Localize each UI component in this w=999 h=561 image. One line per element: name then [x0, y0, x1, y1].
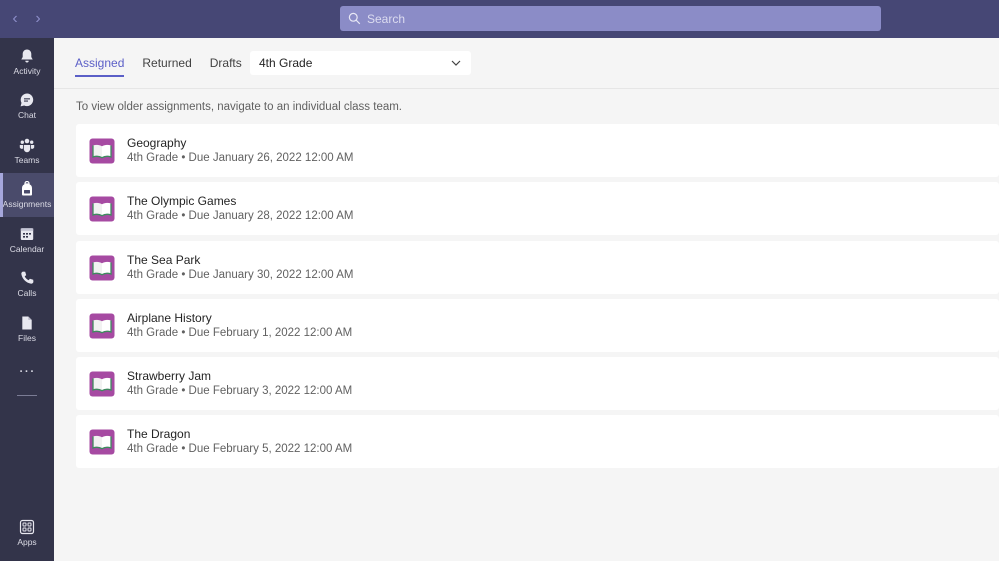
search-box[interactable] — [340, 6, 881, 31]
rail-label-assignments: Assignments — [2, 199, 52, 209]
class-filter-value: 4th Grade — [259, 56, 313, 70]
chevron-left-icon[interactable]: ‹ — [7, 10, 23, 28]
assignment-title: Geography — [127, 136, 187, 150]
assignment-card[interactable]: The Sea Park 4th Grade • Due January 30,… — [76, 240, 999, 294]
rail-divider — [17, 395, 37, 396]
book-icon — [89, 138, 115, 164]
rail-label-teams: Teams — [14, 155, 40, 165]
assignment-list: Geography 4th Grade • Due January 26, 20… — [76, 124, 999, 474]
tab-drafts[interactable]: Drafts — [210, 51, 242, 75]
top-bar: ‹ › — [0, 0, 999, 38]
rail-item-activity[interactable]: Activity — [0, 40, 54, 84]
file-icon — [22, 316, 32, 330]
header-divider — [54, 88, 999, 89]
teams-icon — [19, 138, 35, 153]
rail-item-files[interactable]: Files — [0, 307, 54, 351]
assignment-card[interactable]: Airplane History 4th Grade • Due Februar… — [76, 298, 999, 352]
assignment-due: 4th Grade • Due February 3, 2022 12:00 A… — [127, 385, 353, 398]
assignment-title: The Dragon — [127, 427, 191, 442]
assignment-card[interactable]: Strawberry Jam 4th Grade • Due February … — [76, 357, 999, 411]
assignment-card[interactable]: Geography 4th Grade • Due January 26, 20… — [76, 124, 999, 177]
apps-grid-icon — [19, 519, 35, 535]
tab-returned[interactable]: Returned — [142, 51, 191, 75]
app-rail: Activity Chat Teams Assignments Calendar… — [0, 38, 54, 561]
more-apps-button[interactable]: ... — [0, 359, 54, 381]
chat-icon — [20, 93, 34, 107]
assignment-due: 4th Grade • Due February 1, 2022 12:00 A… — [127, 326, 353, 339]
rail-item-assignments[interactable]: Assignments — [0, 173, 54, 217]
chevron-down-icon — [451, 60, 461, 66]
calendar-icon — [20, 228, 34, 240]
tab-assigned[interactable]: Assigned — [75, 51, 125, 77]
search-icon — [348, 12, 361, 25]
rail-item-teams[interactable]: Teams — [0, 129, 54, 173]
older-assignments-hint: To view older assignments, navigate to a… — [76, 101, 403, 113]
class-filter-dropdown[interactable]: 4th Grade — [250, 51, 471, 75]
apps-label: Apps — [17, 537, 37, 547]
assignment-due: 4th Grade • Due January 26, 2022 12:00 A… — [127, 152, 354, 164]
book-icon — [89, 371, 115, 397]
assignment-due: 4th Grade • Due February 5, 2022 12:00 A… — [127, 443, 353, 456]
rail-label-calendar: Calendar — [9, 244, 45, 254]
book-icon — [89, 255, 115, 281]
apps-button[interactable]: Apps — [0, 519, 54, 555]
rail-item-calendar[interactable]: Calendar — [0, 218, 54, 262]
assignment-title: Strawberry Jam — [127, 369, 212, 384]
assignment-due: 4th Grade • Due January 30, 2022 12:00 A… — [127, 268, 354, 281]
assignment-due: 4th Grade • Due January 28, 2022 12:00 A… — [127, 210, 354, 223]
book-icon — [89, 196, 115, 222]
rail-item-calls[interactable]: Calls — [0, 262, 54, 306]
book-icon — [89, 313, 115, 339]
rail-label-activity: Activity — [13, 66, 41, 76]
rail-item-chat[interactable]: Chat — [0, 84, 54, 128]
rail-label-chat: Chat — [18, 110, 36, 120]
assignment-card[interactable]: The Olympic Games 4th Grade • Due Januar… — [76, 182, 999, 236]
bell-icon — [21, 49, 33, 63]
assignment-title: Airplane History — [127, 310, 212, 325]
search-input[interactable] — [367, 11, 847, 26]
phone-icon — [21, 271, 34, 284]
assignments-page: Assigned Returned Drafts 4th Grade To vi… — [54, 38, 999, 561]
book-icon — [89, 429, 115, 455]
rail-label-calls: Calls — [17, 288, 37, 298]
assignment-title: The Olympic Games — [127, 194, 237, 209]
rail-label-files: Files — [18, 333, 36, 343]
chevron-right-icon[interactable]: › — [30, 10, 46, 28]
assignment-tabs: Assigned Returned Drafts — [75, 50, 260, 77]
assignment-title: The Sea Park — [127, 252, 201, 267]
assignment-card[interactable]: The Dragon 4th Grade • Due February 5, 2… — [76, 415, 999, 469]
backpack-icon — [22, 181, 32, 196]
